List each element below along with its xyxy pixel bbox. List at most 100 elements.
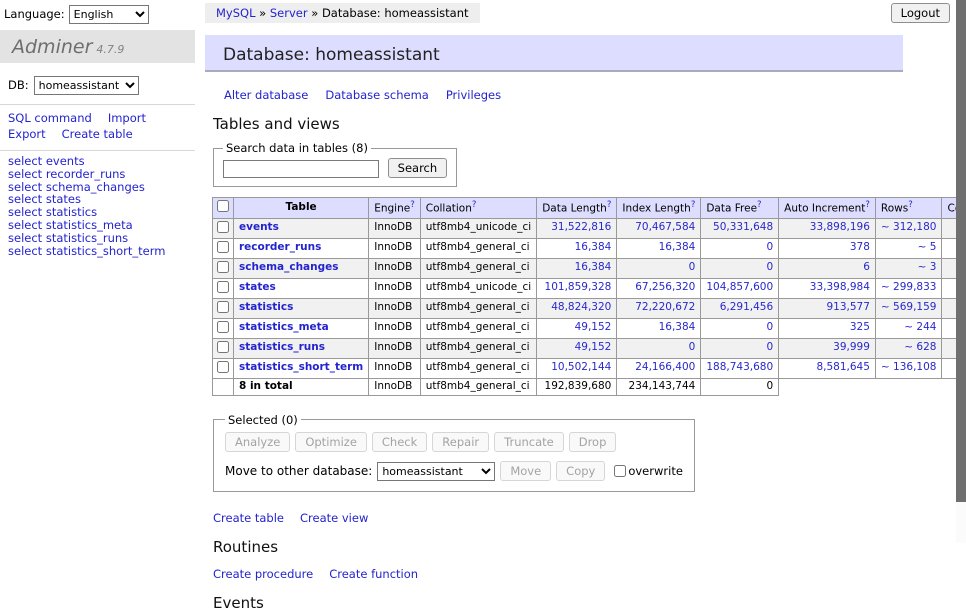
table-name-link[interactable]: statistics_meta [239, 321, 329, 333]
language-selector-row: Language:English [4, 5, 149, 24]
create-procedure-link[interactable]: Create procedure [213, 567, 313, 581]
total-label-cell: 8 in total [234, 378, 369, 395]
total-data-free-cell: 0 [701, 378, 779, 395]
breadcrumb-link[interactable]: MySQL [216, 6, 256, 20]
create-view-link[interactable]: Create view [300, 511, 368, 525]
create-table-link[interactable]: Create table [213, 511, 284, 525]
db-link-privileges[interactable]: Privileges [446, 88, 501, 102]
row-checkbox[interactable] [217, 301, 229, 313]
drop-button[interactable]: Drop [569, 432, 617, 452]
rows-count-link[interactable]: ~ 244 [904, 321, 936, 333]
breadcrumb-link[interactable]: Server [270, 6, 308, 20]
index-length-cell: 16,384 [617, 238, 701, 258]
scrollbar-thumb[interactable] [956, 0, 966, 502]
total-engine-cell: InnoDB [369, 378, 421, 395]
row-checkbox[interactable] [217, 321, 229, 333]
search-button[interactable]: Search [388, 158, 448, 178]
move-button[interactable]: Move [500, 461, 551, 481]
help-icon[interactable]: ? [865, 200, 870, 210]
copy-button[interactable]: Copy [556, 461, 605, 481]
row-checkbox[interactable] [217, 221, 229, 233]
tables-tbody: eventsInnoDButf8mb4_unicode_ci31,522,816… [213, 218, 966, 395]
rows-count-link[interactable]: ~ 299,833 [881, 281, 937, 293]
breadcrumb-separator: » [256, 6, 270, 20]
optimize-button[interactable]: Optimize [295, 432, 367, 452]
db-select[interactable]: homeassistant [34, 76, 139, 95]
help-icon[interactable]: ? [472, 200, 477, 210]
table-name-cell: states [234, 278, 369, 298]
sidebar-link-import[interactable]: Import [108, 111, 146, 125]
table-row: statesInnoDButf8mb4_unicode_ci101,859,32… [213, 278, 966, 298]
sidebar-link-create-table[interactable]: Create table [62, 127, 133, 141]
column-header-engine: Engine? [369, 198, 421, 219]
collation-cell: utf8mb4_unicode_ci [420, 278, 536, 298]
index-length-cell: 24,166,400 [617, 358, 701, 378]
total-blank-auto-increment [779, 378, 876, 395]
row-checkbox[interactable] [217, 281, 229, 293]
sidebar-link-sql-command[interactable]: SQL command [8, 111, 92, 125]
table-name-link[interactable]: states [239, 281, 276, 293]
page-title: Database: homeassistant [205, 35, 903, 72]
row-checkbox[interactable] [217, 361, 229, 373]
column-header-data-length: Data Length? [537, 198, 617, 219]
table-name-link[interactable]: recorder_runs [239, 241, 321, 253]
app-version: 4.7.9 [96, 43, 124, 56]
table-name-link[interactable]: schema_changes [239, 261, 339, 273]
table-name-link[interactable]: statistics_short_term [239, 361, 363, 373]
table-name-cell: schema_changes [234, 258, 369, 278]
row-checkbox[interactable] [217, 241, 229, 253]
routine-links: Create procedure Create function [213, 567, 915, 581]
engine-cell: InnoDB [369, 258, 421, 278]
create-links: Create table Create view [213, 511, 915, 525]
tables-overview: TableEngine?Collation?Data Length?Index … [212, 197, 966, 396]
language-select[interactable]: English [69, 5, 149, 24]
help-icon[interactable]: ? [410, 200, 415, 210]
db-action-links: Alter database Database schema Privileges [224, 88, 915, 102]
rows-count-link[interactable]: ~ 628 [904, 341, 936, 353]
adminer-link[interactable]: Adminer [12, 36, 92, 58]
auto-increment-cell: 6 [779, 258, 876, 278]
search-input[interactable] [223, 160, 379, 178]
help-icon[interactable]: ? [757, 200, 762, 210]
sidebar-table-link[interactable]: select statistics_short_term [8, 244, 165, 258]
help-icon[interactable]: ? [908, 200, 913, 210]
row-checkbox[interactable] [217, 341, 229, 353]
rows-count-link[interactable]: ~ 312,180 [881, 221, 937, 233]
engine-cell: InnoDB [369, 218, 421, 238]
repair-button[interactable]: Repair [432, 432, 489, 452]
rows-count-link[interactable]: ~ 5 [918, 241, 937, 253]
total-row: 8 in totalInnoDButf8mb4_general_ci192,83… [213, 378, 966, 395]
move-row: Move to other database:homeassistantMove… [225, 461, 683, 481]
db-link-database-schema[interactable]: Database schema [325, 88, 428, 102]
truncate-button[interactable]: Truncate [494, 432, 564, 452]
data-length-cell: 16,384 [537, 238, 617, 258]
row-checkbox[interactable] [217, 261, 229, 273]
table-row: eventsInnoDButf8mb4_unicode_ci31,522,816… [213, 218, 966, 238]
help-icon[interactable]: ? [607, 200, 612, 210]
table-name-link[interactable]: statistics_runs [239, 341, 325, 353]
table-name-link[interactable]: events [239, 221, 279, 233]
create-function-link[interactable]: Create function [329, 567, 418, 581]
overwrite-label: overwrite [613, 464, 683, 478]
db-selector-row: DB:homeassistant [0, 72, 195, 105]
overwrite-checkbox[interactable] [614, 465, 626, 477]
row-checkbox-cell [213, 338, 234, 358]
collation-cell: utf8mb4_general_ci [420, 358, 536, 378]
engine-cell: InnoDB [369, 278, 421, 298]
analyze-button[interactable]: Analyze [225, 432, 290, 452]
help-icon[interactable]: ? [691, 200, 696, 210]
rows-count-link[interactable]: ~ 136,108 [881, 361, 937, 373]
db-link-alter-database[interactable]: Alter database [224, 88, 308, 102]
table-name-link[interactable]: statistics [239, 301, 293, 313]
rows-count-link[interactable]: ~ 569,159 [881, 301, 937, 313]
table-name-cell: recorder_runs [234, 238, 369, 258]
row-checkbox-cell [213, 298, 234, 318]
vertical-scrollbar[interactable] [956, 0, 966, 543]
index-length-cell: 0 [617, 258, 701, 278]
move-db-select[interactable]: homeassistant [377, 462, 495, 481]
check-button[interactable]: Check [372, 432, 427, 452]
select-all-checkbox[interactable] [217, 200, 229, 212]
rows-count-link[interactable]: ~ 3 [918, 261, 937, 273]
collation-cell: utf8mb4_general_ci [420, 238, 536, 258]
sidebar-link-export[interactable]: Export [8, 127, 46, 141]
